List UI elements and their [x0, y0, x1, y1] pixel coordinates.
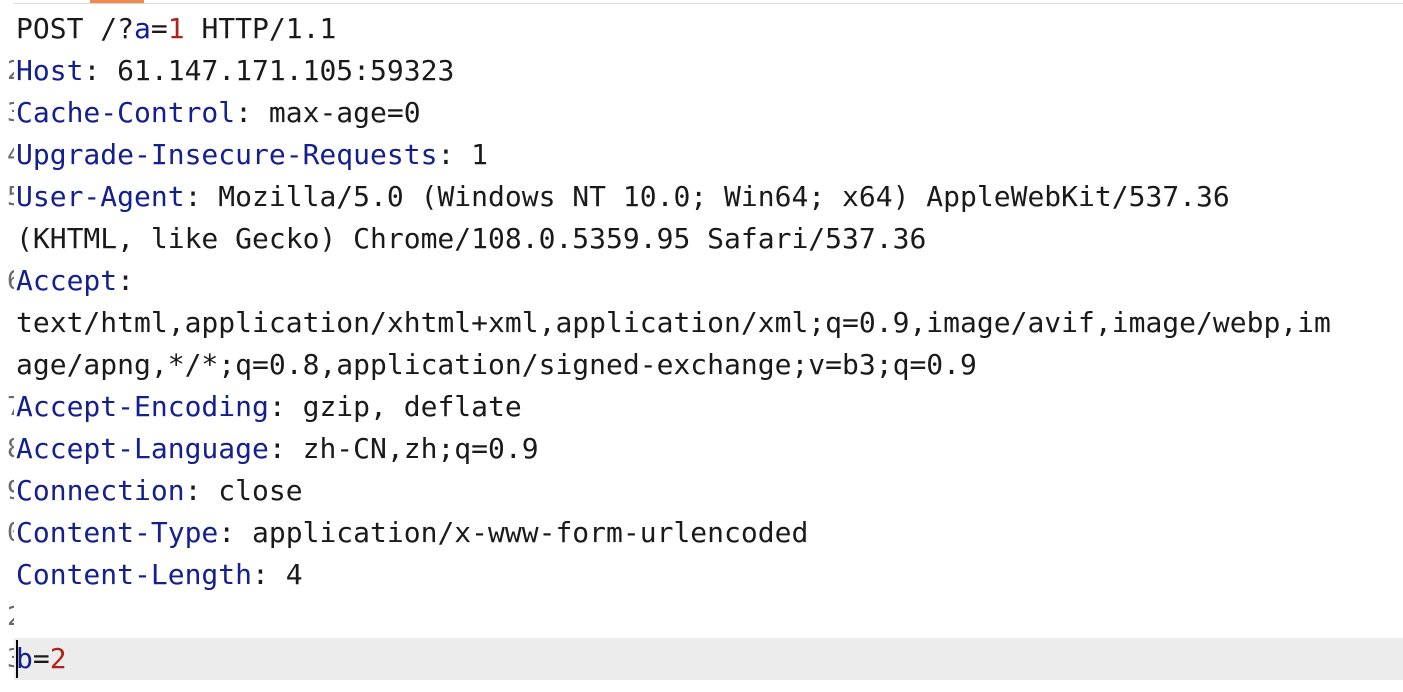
line-number: 3: [0, 638, 14, 680]
request-editor[interactable]: 2 3 4 5 6 7 8 9 0 2 3 POST /?a=1 HTTP/1.…: [0, 0, 1403, 692]
header-value: zh-CN,zh;q=0.9: [302, 432, 539, 465]
header-line-upgrade-insecure-requests[interactable]: Upgrade-Insecure-Requests: 1: [16, 134, 488, 176]
header-value-wrapped: text/html,application/xhtml+xml,applicat…: [16, 306, 1331, 339]
header-line-accept-encoding[interactable]: Accept-Encoding: gzip, deflate: [16, 386, 522, 428]
header-separator: :: [218, 516, 253, 549]
request-path: /?: [83, 12, 135, 45]
http-method: POST: [16, 12, 84, 45]
header-line-cache-control[interactable]: Cache-Control: max-age=0: [16, 92, 421, 134]
header-name: Host: [16, 54, 84, 87]
text-caret: [16, 640, 18, 678]
header-name: Upgrade-Insecure-Requests: [16, 138, 438, 171]
header-line-accept[interactable]: Accept:: [16, 260, 134, 302]
line-number: 0: [0, 512, 14, 554]
header-separator: :: [235, 96, 269, 129]
header-value-continuation[interactable]: text/html,application/xhtml+xml,applicat…: [16, 302, 1331, 344]
current-line-highlight: [0, 638, 1403, 680]
header-name: Accept-Language: [16, 432, 269, 465]
request-body-line[interactable]: b=2: [16, 638, 67, 680]
header-name: Cache-Control: [16, 96, 236, 129]
query-param-value: 1: [167, 12, 185, 45]
header-value-continuation[interactable]: age/apng,*/*;q=0.8,application/signed-ex…: [16, 344, 977, 386]
header-value: 1: [471, 138, 489, 171]
line-number: 2: [0, 50, 14, 92]
line-number: 4: [0, 134, 14, 176]
header-value-wrapped: age/apng,*/*;q=0.8,application/signed-ex…: [16, 348, 977, 381]
body-param-value: 2: [49, 642, 67, 675]
body-param-key: b: [16, 642, 33, 675]
header-value: max-age=0: [268, 96, 421, 129]
header-separator: :: [268, 390, 303, 423]
header-value: Mozilla/5.0 (Windows NT 10.0; Win64; x64…: [218, 180, 1230, 213]
line-number: 3: [0, 92, 14, 134]
query-param-key: a: [134, 12, 151, 45]
header-line-content-length[interactable]: Content-Length: 4: [16, 554, 303, 596]
header-name: Connection: [16, 474, 185, 507]
header-line-user-agent[interactable]: User-Agent: Mozilla/5.0 (Windows NT 10.0…: [16, 176, 1230, 218]
header-value-continuation[interactable]: (KHTML, like Gecko) Chrome/108.0.5359.95…: [16, 218, 926, 260]
header-value: close: [218, 474, 303, 507]
header-name: Accept-Encoding: [16, 390, 269, 423]
header-separator: :: [184, 474, 219, 507]
line-number: 6: [0, 260, 14, 302]
editor-top-border: [0, 3, 1403, 4]
body-param-equals: =: [32, 642, 50, 675]
line-number-gutter: 2 3 4 5 6 7 8 9 0 2 3: [0, 0, 14, 692]
http-version: HTTP/1.1: [184, 12, 337, 45]
header-value: gzip, deflate: [302, 390, 522, 423]
header-separator: :: [83, 54, 118, 87]
header-line-connection[interactable]: Connection: close: [16, 470, 303, 512]
query-param-equals: =: [150, 12, 168, 45]
header-name: Accept: [16, 264, 118, 297]
header-name: Content-Length: [16, 558, 253, 591]
line-number: 7: [0, 386, 14, 428]
line-number: 5: [0, 176, 14, 218]
header-name: User-Agent: [16, 180, 185, 213]
line-number: 9: [0, 470, 14, 512]
header-line-host[interactable]: Host: 61.147.171.105:59323: [16, 50, 454, 92]
line-number: 2: [0, 596, 14, 638]
header-separator: :: [117, 264, 135, 297]
header-separator: :: [437, 138, 472, 171]
header-value-wrapped: (KHTML, like Gecko) Chrome/108.0.5359.95…: [16, 222, 927, 255]
header-value: application/x-www-form-urlencoded: [252, 516, 809, 549]
header-line-accept-language[interactable]: Accept-Language: zh-CN,zh;q=0.9: [16, 428, 539, 470]
line-number: 8: [0, 428, 14, 470]
header-separator: :: [184, 180, 219, 213]
header-name: Content-Type: [16, 516, 219, 549]
header-separator: :: [268, 432, 303, 465]
header-separator: :: [252, 558, 286, 591]
header-line-content-type[interactable]: Content-Type: application/x-www-form-url…: [16, 512, 808, 554]
header-value: 4: [285, 558, 303, 591]
header-value: 61.147.171.105:59323: [117, 54, 455, 87]
request-line[interactable]: POST /?a=1 HTTP/1.1: [16, 8, 336, 50]
